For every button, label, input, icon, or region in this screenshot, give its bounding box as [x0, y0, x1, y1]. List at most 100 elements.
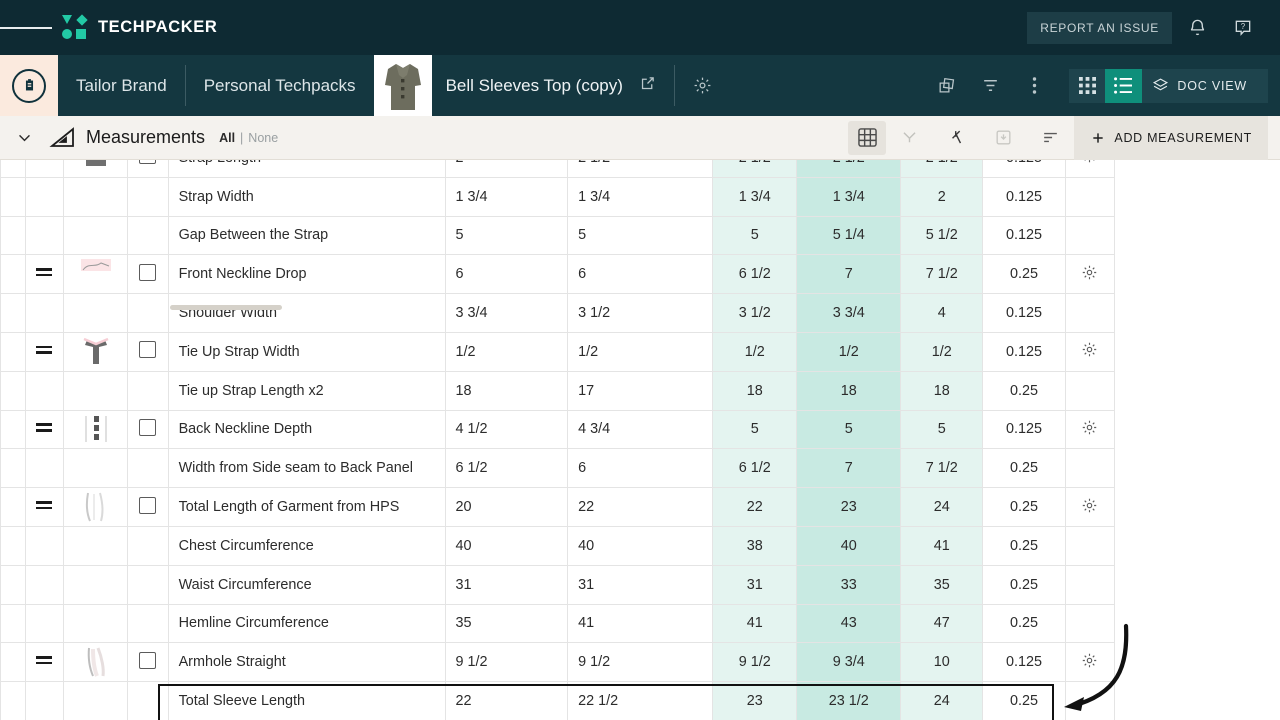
size-value-cell[interactable]: 24: [901, 488, 983, 527]
techpack-settings-gear-icon[interactable]: [675, 55, 730, 116]
size-value-cell[interactable]: 7 1/2: [901, 255, 983, 294]
size-value-cell[interactable]: 5: [901, 410, 983, 449]
size-value-cell[interactable]: 1/2: [797, 332, 901, 371]
measurement-value-cell[interactable]: 2: [445, 160, 568, 177]
size-value-cell[interactable]: 24: [901, 682, 983, 720]
measurement-name-cell[interactable]: Back Neckline Depth: [168, 410, 445, 449]
table-row[interactable]: Total Length of Garment from HPS20222223…: [1, 488, 1115, 527]
size-value-cell[interactable]: 7: [797, 449, 901, 488]
drag-handle-icon[interactable]: [25, 488, 64, 527]
measurement-value-cell[interactable]: 5: [445, 216, 568, 255]
table-row[interactable]: Chest Circumference40403840410.25: [1, 526, 1115, 565]
measurement-value-cell[interactable]: 9 1/2: [445, 643, 568, 682]
measurement-name-cell[interactable]: Chest Circumference: [168, 526, 445, 565]
tolerance-cell[interactable]: 0.125: [983, 643, 1066, 682]
drag-handle-icon[interactable]: [25, 332, 64, 371]
grid-table-icon[interactable]: [848, 121, 886, 155]
measurement-value-cell[interactable]: 20: [445, 488, 568, 527]
drag-handle-icon[interactable]: [25, 255, 64, 294]
measurement-value-cell[interactable]: 9 1/2: [568, 643, 713, 682]
size-value-cell[interactable]: 3 3/4: [797, 294, 901, 333]
table-row[interactable]: Total Sleeve Length2222 1/22323 1/2240.2…: [1, 682, 1115, 720]
chevron-down-icon[interactable]: [0, 116, 48, 160]
row-checkbox[interactable]: [127, 160, 168, 177]
size-value-cell[interactable]: 2 1/2: [713, 160, 797, 177]
size-value-cell[interactable]: 9 3/4: [797, 643, 901, 682]
merge-rows-icon[interactable]: [886, 116, 933, 160]
list-view-icon[interactable]: [1105, 69, 1142, 103]
split-rows-icon[interactable]: [933, 116, 980, 160]
size-value-cell[interactable]: 23: [797, 488, 901, 527]
size-value-cell[interactable]: 5: [713, 216, 797, 255]
tolerance-cell[interactable]: 0.25: [983, 255, 1066, 294]
measurement-value-cell[interactable]: 1 3/4: [445, 177, 568, 216]
measurement-value-cell[interactable]: 22: [568, 488, 713, 527]
measurement-thumbnail[interactable]: [64, 410, 127, 449]
select-all-link[interactable]: All: [219, 131, 235, 145]
table-row[interactable]: Width from Side seam to Back Panel 6 1/26…: [1, 449, 1115, 488]
size-value-cell[interactable]: 47: [901, 604, 983, 643]
size-value-cell[interactable]: 1/2: [713, 332, 797, 371]
measurement-name-cell[interactable]: Front Neckline Drop: [168, 255, 445, 294]
size-value-cell[interactable]: 18: [713, 371, 797, 410]
garment-thumbnail[interactable]: [374, 55, 432, 116]
help-chat-icon[interactable]: ?: [1222, 7, 1264, 49]
techpack-badge-icon[interactable]: [0, 55, 58, 116]
measurement-name-cell[interactable]: Strap Length: [168, 160, 445, 177]
grid-view-icon[interactable]: [1069, 69, 1105, 103]
kebab-menu-icon[interactable]: [1013, 65, 1055, 107]
size-value-cell[interactable]: 5 1/4: [797, 216, 901, 255]
table-row[interactable]: Shoulder Width3 3/43 1/23 1/23 3/440.125: [1, 294, 1115, 333]
filter-icon[interactable]: [969, 65, 1011, 107]
size-value-cell[interactable]: 23 1/2: [797, 682, 901, 720]
size-value-cell[interactable]: 6 1/2: [713, 449, 797, 488]
measurement-name-cell[interactable]: Waist Circumference: [168, 565, 445, 604]
measurement-value-cell[interactable]: 40: [568, 526, 713, 565]
row-checkbox[interactable]: [127, 410, 168, 449]
table-row[interactable]: Back Neckline Depth4 1/24 3/45550.125: [1, 410, 1115, 449]
select-none-link[interactable]: None: [248, 131, 278, 145]
measurement-value-cell[interactable]: 22: [445, 682, 568, 720]
size-value-cell[interactable]: 2: [901, 177, 983, 216]
breadcrumb-folder[interactable]: Personal Techpacks: [186, 55, 374, 116]
measurement-value-cell[interactable]: 5: [568, 216, 713, 255]
size-value-cell[interactable]: 7 1/2: [901, 449, 983, 488]
row-checkbox[interactable]: [127, 332, 168, 371]
row-checkbox[interactable]: [127, 643, 168, 682]
add-measurement-button[interactable]: ADD MEASUREMENT: [1074, 116, 1268, 160]
size-value-cell[interactable]: 5: [797, 410, 901, 449]
measurement-value-cell[interactable]: 1/2: [568, 332, 713, 371]
bell-icon[interactable]: [1176, 7, 1218, 49]
measurement-value-cell[interactable]: 31: [568, 565, 713, 604]
row-settings-gear-icon[interactable]: [1065, 160, 1114, 177]
size-value-cell[interactable]: 1 3/4: [797, 177, 901, 216]
measurement-value-cell[interactable]: 4 3/4: [568, 410, 713, 449]
size-value-cell[interactable]: 4: [901, 294, 983, 333]
hamburger-menu-icon[interactable]: [0, 0, 52, 55]
size-value-cell[interactable]: 5 1/2: [901, 216, 983, 255]
measurement-thumbnail[interactable]: [64, 488, 127, 527]
drag-handle-icon[interactable]: [25, 160, 64, 177]
table-row[interactable]: Armhole Straight9 1/29 1/29 1/29 3/4100.…: [1, 643, 1115, 682]
measurement-name-cell[interactable]: Width from Side seam to Back Panel: [168, 449, 445, 488]
size-value-cell[interactable]: 33: [797, 565, 901, 604]
measurement-value-cell[interactable]: 35: [445, 604, 568, 643]
measurement-value-cell[interactable]: 3 3/4: [445, 294, 568, 333]
brand-logo[interactable]: TECHPACKER: [62, 15, 217, 41]
measurement-name-cell[interactable]: Hemline Circumference: [168, 604, 445, 643]
tolerance-cell[interactable]: 0.125: [983, 216, 1066, 255]
table-row[interactable]: Tie up Strap Length x218171818180.25: [1, 371, 1115, 410]
size-value-cell[interactable]: 2 1/2: [797, 160, 901, 177]
row-settings-gear-icon[interactable]: [1065, 643, 1114, 682]
tolerance-cell[interactable]: 0.25: [983, 488, 1066, 527]
external-link-icon[interactable]: [639, 75, 656, 97]
tolerance-cell[interactable]: 0.25: [983, 565, 1066, 604]
measurement-value-cell[interactable]: 3 1/2: [568, 294, 713, 333]
drag-handle-icon[interactable]: [25, 643, 64, 682]
measurement-value-cell[interactable]: 6: [568, 449, 713, 488]
measurement-value-cell[interactable]: 40: [445, 526, 568, 565]
horizontal-scroll-indicator[interactable]: [170, 305, 282, 310]
table-row[interactable]: Tie Up Strap Width1/21/21/21/21/20.125: [1, 332, 1115, 371]
tolerance-cell[interactable]: 0.25: [983, 449, 1066, 488]
measurements-table-container[interactable]: Strap Length22 1/22 1/22 1/22 1/20.125St…: [0, 160, 1280, 720]
